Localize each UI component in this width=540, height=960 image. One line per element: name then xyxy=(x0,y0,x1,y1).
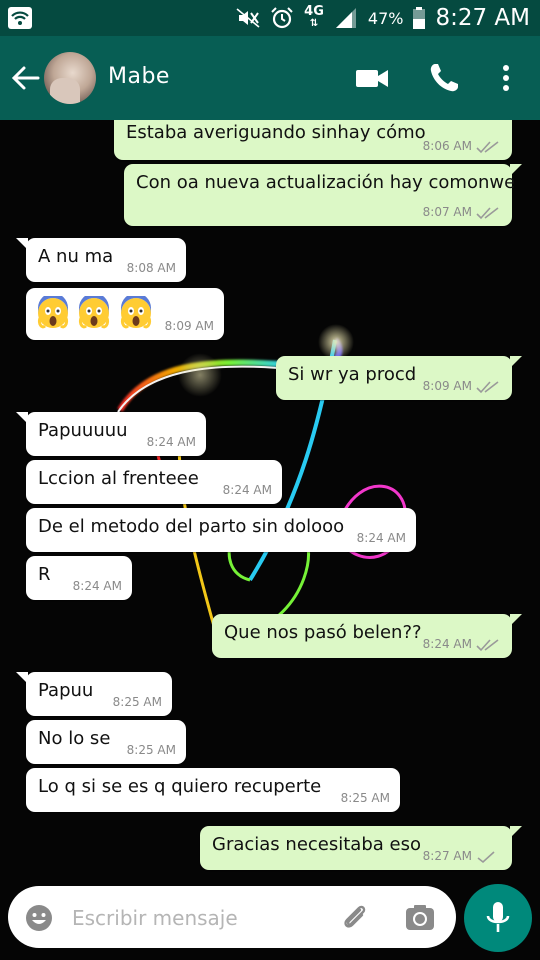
message-text: No lo se xyxy=(38,728,111,749)
message-time: 8:27 AM xyxy=(422,849,472,863)
message-bubble-incoming[interactable]: Papuuuuu 8:24 AM xyxy=(16,412,206,456)
message-time: 8:25 AM xyxy=(112,695,162,709)
message-text: A nu ma xyxy=(38,246,114,267)
voice-message-button[interactable] xyxy=(464,884,532,952)
message-time: 8:24 AM xyxy=(422,637,472,651)
battery-icon xyxy=(413,7,426,29)
message-bubble-outgoing[interactable]: Gracias necesitaba eso 8:27 AM xyxy=(200,826,522,870)
message-text: Si wr ya procd xyxy=(288,364,417,385)
back-arrow-icon[interactable] xyxy=(10,64,40,92)
message-bubble-incoming[interactable]: 8:09 AM xyxy=(26,288,224,340)
message-bubble-outgoing[interactable]: Que nos pasó belen?? 8:24 AM xyxy=(212,614,522,658)
read-receipt-icon xyxy=(476,207,499,220)
bubble-tail xyxy=(510,826,522,838)
mute-icon xyxy=(236,8,260,28)
message-text: Papuu xyxy=(38,680,94,701)
message-text: De el metodo del parto sin dolooo xyxy=(38,516,345,537)
phone-call-icon[interactable] xyxy=(426,60,462,96)
message-bubble-incoming[interactable]: Lccion al frenteee 8:24 AM xyxy=(26,460,282,504)
message-time: 8:25 AM xyxy=(340,791,390,805)
message-bubble-outgoing[interactable]: Estaba averiguando sinhay cómo 8:06 AM xyxy=(114,120,512,160)
message-bubble-outgoing[interactable]: Si wr ya procd 8:09 AM xyxy=(276,356,522,400)
message-text: Lccion al frenteee xyxy=(38,468,199,489)
message-text: Gracias necesitaba eso xyxy=(212,834,421,855)
message-text: Lo q si se es q quiero recuperte xyxy=(38,776,322,797)
message-time: 8:24 AM xyxy=(356,531,406,545)
delivered-check-icon xyxy=(477,851,495,864)
face-screaming-in-fear-icon xyxy=(38,296,68,329)
message-time: 8:09 AM xyxy=(422,379,472,393)
attach-icon[interactable] xyxy=(338,900,372,934)
message-time: 8:08 AM xyxy=(126,261,176,275)
network-type-indicator: 4G ⇅ xyxy=(304,4,324,29)
contact-avatar[interactable] xyxy=(44,52,96,104)
read-receipt-icon xyxy=(476,381,499,394)
read-receipt-icon xyxy=(476,141,499,154)
message-time: 8:25 AM xyxy=(126,743,176,757)
video-call-icon[interactable] xyxy=(354,60,390,96)
message-bubble-incoming[interactable]: No lo se 8:25 AM xyxy=(26,720,186,764)
message-text: Estaba averiguando sinhay cómo xyxy=(126,122,426,143)
message-text: R xyxy=(38,564,51,585)
message-bubble-incoming[interactable]: Papuu 8:25 AM xyxy=(16,672,172,716)
status-time: 8:27 AM xyxy=(435,5,530,31)
bubble-tail xyxy=(16,412,28,424)
message-time: 8:09 AM xyxy=(164,319,214,333)
wifi-icon xyxy=(8,7,32,29)
emoji-icon[interactable] xyxy=(24,903,54,933)
status-bar: 4G ⇅ 47% 8:27 AM xyxy=(0,0,540,36)
battery-percent: 47% xyxy=(367,8,404,28)
camera-icon[interactable] xyxy=(404,902,436,934)
message-bubble-incoming[interactable]: A nu ma 8:08 AM xyxy=(16,238,186,282)
bubble-tail xyxy=(16,672,28,684)
chat-header: Mabe xyxy=(0,36,540,120)
message-bubble-incoming[interactable]: R 8:24 AM xyxy=(26,556,132,600)
emoji-row xyxy=(36,296,156,330)
message-text: Papuuuuu xyxy=(38,420,128,441)
message-time: 8:07 AM xyxy=(422,205,472,219)
message-time: 8:24 AM xyxy=(222,483,272,497)
message-text: Que nos pasó belen?? xyxy=(224,622,422,643)
message-text: Con oa nueva actualización hay comonwe xyxy=(136,172,516,193)
bubble-tail xyxy=(510,356,522,368)
message-time: 8:24 AM xyxy=(72,579,122,593)
face-screaming-in-fear-icon xyxy=(120,296,151,329)
bubble-tail xyxy=(16,238,28,250)
message-bubble-outgoing[interactable]: Con oa nueva actualización hay comonwe 8… xyxy=(124,164,522,226)
face-screaming-in-fear-icon xyxy=(79,296,110,329)
message-composer xyxy=(0,884,540,960)
signal-icon xyxy=(335,8,356,28)
contact-name[interactable]: Mabe xyxy=(108,64,170,89)
microphone-icon xyxy=(486,902,510,932)
chat-area[interactable]: Estaba averiguando sinhay cómo 8:06 AM C… xyxy=(0,120,540,892)
message-time: 8:06 AM xyxy=(422,139,472,153)
more-options-icon[interactable] xyxy=(494,60,518,96)
message-time: 8:24 AM xyxy=(146,435,196,449)
message-input[interactable] xyxy=(72,904,312,932)
message-bubble-incoming[interactable]: De el metodo del parto sin dolooo 8:24 A… xyxy=(26,508,416,552)
read-receipt-icon xyxy=(476,639,499,652)
message-bubble-incoming[interactable]: Lo q si se es q quiero recuperte 8:25 AM xyxy=(26,768,400,812)
composer-pill xyxy=(8,886,456,948)
alarm-icon xyxy=(271,7,293,29)
bubble-tail xyxy=(510,614,522,626)
